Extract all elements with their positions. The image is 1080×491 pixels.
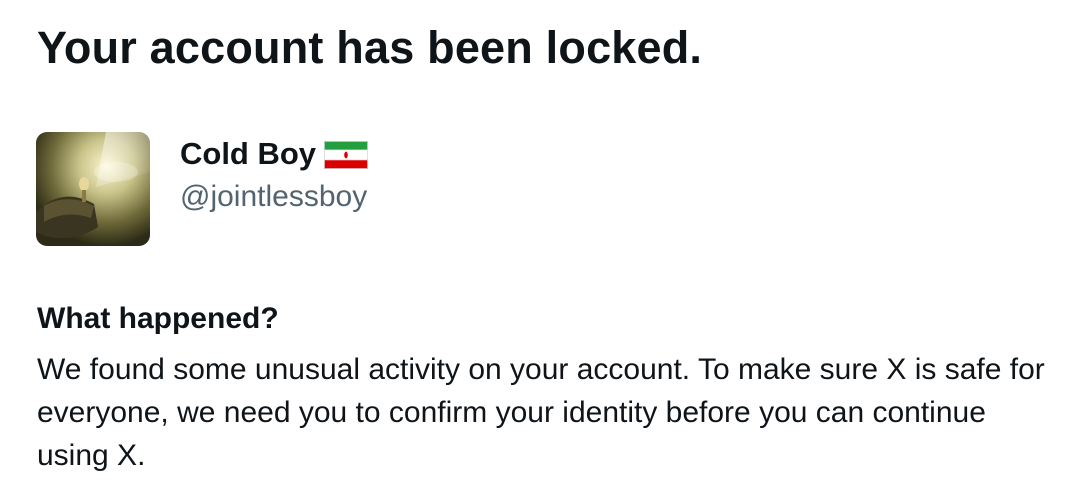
display-name: Cold Boy: [180, 136, 317, 171]
what-happened-heading: What happened?: [37, 302, 279, 335]
account-identity: Cold Boy @jointlessboy: [180, 132, 369, 216]
avatar: [36, 132, 150, 246]
iran-flag-icon: [324, 141, 369, 169]
account-card: Cold Boy @jointlessboy: [36, 132, 369, 248]
avatar-image: [36, 132, 150, 246]
explanation-text: We found some unusual activity on your a…: [37, 353, 1045, 472]
name-row: Cold Boy: [180, 134, 369, 174]
locked-account-page: Your account has been locked. Cold Boy @…: [0, 0, 1080, 491]
page-title: Your account has been locked.: [37, 22, 703, 73]
account-handle: @jointlessboy: [180, 180, 368, 213]
